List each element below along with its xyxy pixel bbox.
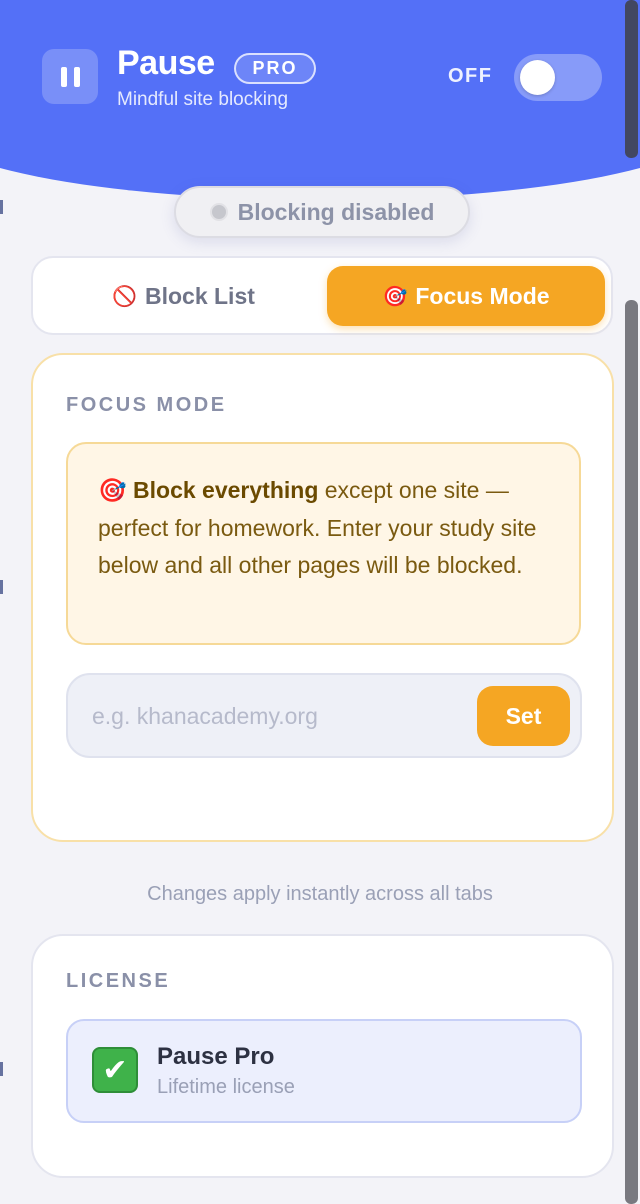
- scrollbar-thumb[interactable]: [625, 0, 638, 158]
- pause-bar-right: [73, 66, 80, 87]
- blocking-toggle[interactable]: [514, 54, 602, 101]
- license-section-label: LICENSE: [66, 970, 171, 992]
- no-entry-icon: 🚫: [112, 285, 137, 308]
- check-icon: ✔: [92, 1047, 138, 1093]
- edge-mark: [0, 580, 3, 594]
- edge-mark: [0, 1062, 3, 1076]
- tab-block-list-label: Block List: [144, 282, 255, 309]
- target-icon: 🎯: [98, 477, 127, 503]
- license-name: Pause Pro: [157, 1043, 275, 1070]
- tab-focus-mode-label: Focus Mode: [415, 282, 550, 309]
- toggle-knob: [520, 60, 555, 95]
- info-strong-text: Block everything: [133, 477, 319, 503]
- tab-focus-mode[interactable]: 🎯 Focus Mode: [327, 266, 605, 326]
- popup-window: Pause PRO Mindful site blocking OFF Bloc…: [0, 0, 640, 1204]
- app-title: Pause: [117, 44, 215, 82]
- license-box: ✔ Pause Pro Lifetime license: [66, 1019, 582, 1123]
- pause-bar-left: [60, 66, 67, 87]
- scrollbar-track[interactable]: [625, 300, 638, 1204]
- focus-section-label: FOCUS MODE: [66, 394, 227, 416]
- license-card: LICENSE ✔ Pause Pro Lifetime license: [31, 934, 614, 1178]
- site-input-group: Set: [66, 673, 582, 758]
- status-badge: Blocking disabled: [174, 186, 470, 238]
- toggle-state-label: OFF: [448, 65, 493, 87]
- pro-badge: PRO: [234, 53, 316, 84]
- app-subtitle: Mindful site blocking: [117, 89, 289, 110]
- status-dot-icon: [209, 203, 228, 221]
- tab-block-list[interactable]: 🚫 Block List: [41, 266, 326, 326]
- status-text: Blocking disabled: [237, 198, 435, 225]
- pause-icon: [42, 49, 98, 104]
- license-type: Lifetime license: [157, 1076, 295, 1098]
- changes-note: Changes apply instantly across all tabs: [147, 883, 493, 905]
- study-site-input[interactable]: [90, 691, 450, 741]
- focus-info-box: 🎯 Block everything except one site — per…: [66, 442, 581, 645]
- focus-mode-card: FOCUS MODE 🎯 Block everything except one…: [31, 353, 614, 842]
- mode-tabs: 🚫 Block List 🎯 Focus Mode: [31, 256, 613, 335]
- header: Pause PRO Mindful site blocking OFF: [0, 0, 640, 150]
- set-button[interactable]: Set: [477, 686, 570, 746]
- edge-mark: [0, 200, 3, 214]
- target-icon: 🎯: [382, 285, 408, 308]
